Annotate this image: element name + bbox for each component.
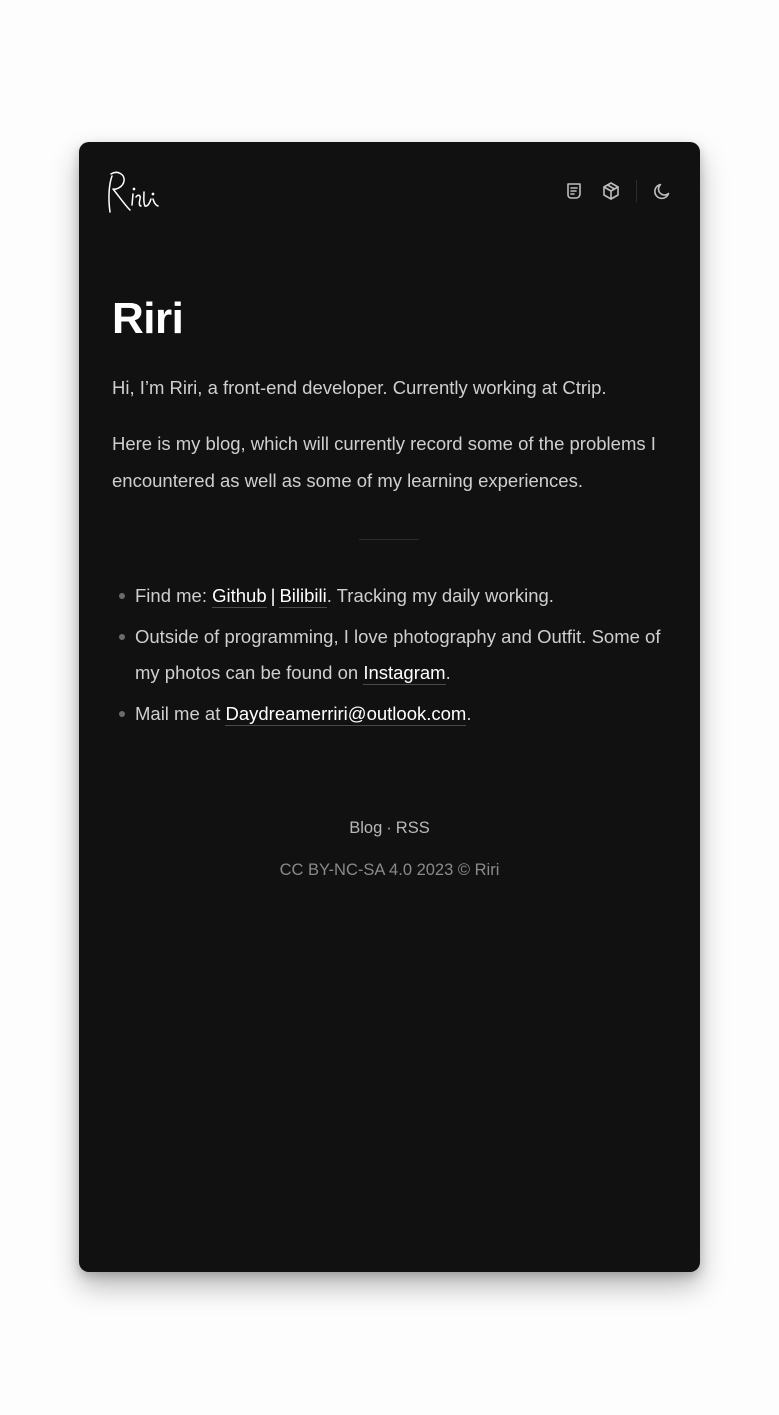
list-item-mail: Mail me at Daydreamerriri@outlook.com. [119, 696, 672, 733]
nav-divider [636, 180, 637, 202]
bilibili-link[interactable]: Bilibili [279, 585, 327, 608]
list-item-hobbies: Outside of programming, I love photograp… [119, 619, 672, 692]
footer-links: Blog · RSS [79, 816, 700, 840]
blog-icon [567, 183, 581, 199]
logo-signature [108, 171, 159, 213]
find-me-label: Find me: [135, 585, 213, 606]
hobbies-suffix: . [445, 662, 451, 683]
email-link[interactable]: Daydreamerriri@outlook.com [225, 702, 467, 726]
app-window: Riri Hi, I’m Riri, a front-end developer… [79, 142, 700, 1272]
about-list: Find me: Github | Bilibili. Tracking my da… [112, 578, 672, 732]
list-item-find-me: Find me: Github | Bilibili. Tracking my da… [119, 578, 672, 615]
header-nav [562, 178, 674, 204]
intro-text: Hi, I’m Riri, a front-end developer. Cur… [112, 377, 607, 398]
instagram-link[interactable]: Instagram [363, 662, 446, 685]
section-divider [359, 539, 419, 540]
theme-toggle-button[interactable] [650, 179, 674, 203]
main-content: Riri Hi, I’m Riri, a front-end developer… [112, 292, 672, 736]
copyright-text: CC BY-NC-SA 4.0 2023 © Riri [279, 861, 500, 879]
dark-mode-icon [654, 183, 670, 200]
find-me-suffix: . Tracking my daily working. [326, 585, 554, 606]
page-footer: Blog · RSS CC BY-NC-SA 4.0 2023 © Riri [79, 816, 700, 882]
projects-icon [603, 182, 619, 200]
blog-description: Here is my blog, which will currently re… [112, 433, 656, 491]
logo[interactable] [105, 168, 163, 218]
footer-dot: · [386, 819, 392, 837]
blog-link[interactable] [562, 179, 586, 203]
footer-rss-link[interactable]: RSS [396, 819, 430, 837]
mail-label: Mail me at [135, 702, 226, 724]
footer-blog-link[interactable]: Blog [349, 819, 382, 837]
page-title: Riri [112, 294, 184, 343]
link-separator: | [270, 585, 276, 606]
github-link[interactable]: Github [212, 585, 267, 608]
mail-suffix: . [466, 702, 472, 724]
projects-link[interactable] [599, 179, 623, 203]
